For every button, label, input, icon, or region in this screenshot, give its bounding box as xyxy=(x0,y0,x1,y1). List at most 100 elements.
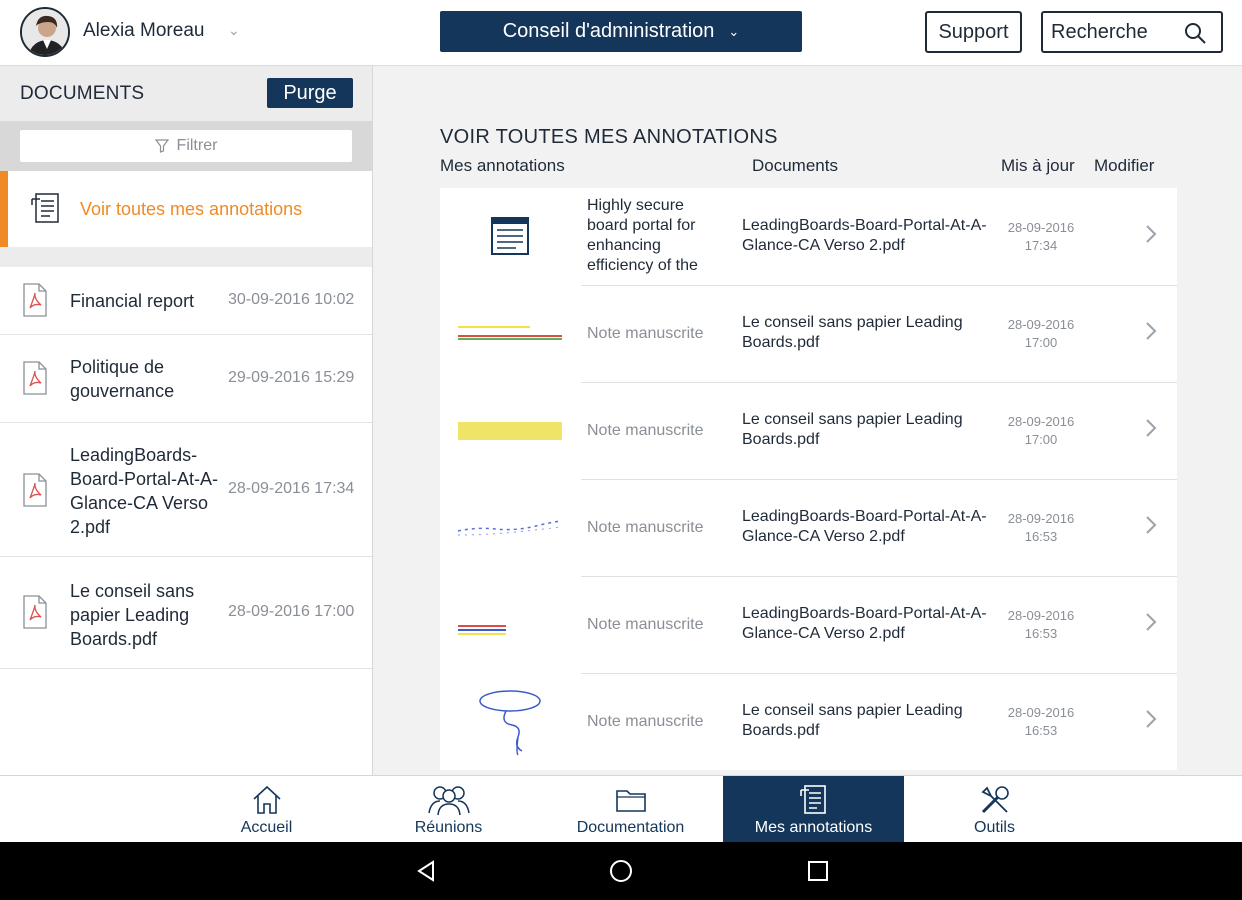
annotation-time: 16:53 xyxy=(1024,723,1058,738)
chevron-down-icon[interactable]: ⌄ xyxy=(228,22,240,39)
annotation-thumbnail xyxy=(479,690,541,756)
nav-label: Documentation xyxy=(576,819,685,836)
document-date: 28-09-2016 17:00 xyxy=(228,603,355,620)
document-list-item[interactable]: Politique de gouvernance 29-09-2016 15:2… xyxy=(0,335,372,423)
chevron-right-icon[interactable] xyxy=(1145,515,1157,535)
folder-icon xyxy=(615,790,646,812)
document-list-item[interactable]: LeadingBoards-Board-Portal-At-A-Glance-C… xyxy=(0,423,372,557)
annotation-thumbnail xyxy=(458,422,562,440)
annotation-time: 16:53 xyxy=(1024,529,1058,544)
annotation-thumbnail xyxy=(457,520,561,536)
system-navigation-bar xyxy=(0,842,1242,900)
annotation-date: 28-09-2016 xyxy=(1007,511,1075,526)
annotations-panel: VOIR TOUTES MES ANNOTATIONS Mes annotati… xyxy=(374,66,1242,775)
column-header-documents: Documents xyxy=(752,156,838,175)
search-icon xyxy=(1185,23,1206,44)
nav-item-outils[interactable]: Outils xyxy=(904,776,1085,843)
top-bar: Alexia Moreau ⌄ Conseil d'administration… xyxy=(0,0,1242,66)
tools-icon xyxy=(980,786,1009,814)
recent-apps-icon[interactable] xyxy=(806,859,830,883)
annotations-table: Highly secure board portal for enhancing… xyxy=(440,188,1177,770)
document-list-item[interactable]: Le conseil sans papier Leading Boards.pd… xyxy=(0,557,372,669)
annotation-updated: 28-09-2016 16:53 xyxy=(1000,510,1082,546)
annotation-note: Note manuscrite xyxy=(587,616,704,633)
filter-placeholder: Filtrer xyxy=(176,137,218,154)
search-label: Recherche xyxy=(1051,20,1148,43)
annotation-document: LeadingBoards-Board-Portal-At-A-Glance-C… xyxy=(742,217,987,254)
nav-item-accueil[interactable]: Accueil xyxy=(176,776,357,843)
pdf-file-icon xyxy=(23,283,47,317)
annotation-document: Le conseil sans papier Leading Boards.pd… xyxy=(742,411,963,448)
document-name: Politique de gouvernance xyxy=(70,357,175,401)
user-avatar[interactable] xyxy=(20,7,70,57)
chevron-right-icon[interactable] xyxy=(1145,612,1157,632)
sidebar-title: DOCUMENTS xyxy=(20,83,145,104)
support-button[interactable]: Support xyxy=(925,11,1022,53)
home-circle-icon[interactable] xyxy=(609,859,633,883)
document-date: 30-09-2016 10:02 xyxy=(228,291,355,308)
nav-item-mes-annotations[interactable]: Mes annotations xyxy=(723,776,904,843)
annotation-note: Note manuscrite xyxy=(587,519,704,536)
column-header-edit: Modifier xyxy=(1094,156,1155,175)
annotation-note: Highly secure board portal for enhancing… xyxy=(587,197,698,274)
table-row[interactable]: Note manuscrite LeadingBoards-Board-Port… xyxy=(440,576,1177,673)
document-name: Financial report xyxy=(70,291,195,311)
table-row[interactable]: Note manuscrite Le conseil sans papier L… xyxy=(440,285,1177,382)
annotation-time: 17:00 xyxy=(1024,335,1058,350)
chevron-right-icon[interactable] xyxy=(1145,224,1157,244)
annotation-document-icon xyxy=(31,193,59,223)
annotation-document: LeadingBoards-Board-Portal-At-A-Glance-C… xyxy=(742,605,987,642)
annotation-time: 17:34 xyxy=(1024,238,1058,253)
bottom-navigation: Accueil Réunions Documentation Mes annot… xyxy=(0,775,1242,843)
page-title: VOIR TOUTES MES ANNOTATIONS xyxy=(440,126,778,148)
nav-label: Mes annotations xyxy=(754,819,873,836)
purge-label: Purge xyxy=(283,81,337,104)
user-name[interactable]: Alexia Moreau xyxy=(83,20,204,42)
table-row[interactable]: Highly secure board portal for enhancing… xyxy=(440,188,1177,285)
nav-item-reunions[interactable]: Réunions xyxy=(358,776,539,843)
annotation-note: Note manuscrite xyxy=(587,713,704,730)
document-list-item[interactable]: Financial report 30-09-2016 10:02 xyxy=(0,267,372,335)
annotation-icon xyxy=(799,785,826,814)
table-row[interactable]: Note manuscrite Le conseil sans papier L… xyxy=(440,382,1177,479)
document-date: 29-09-2016 15:29 xyxy=(228,369,355,386)
column-header-annotations: Mes annotations xyxy=(440,156,565,175)
annotation-updated: 28-09-2016 16:53 xyxy=(1000,607,1082,643)
table-row[interactable]: Note manuscrite Le conseil sans papier L… xyxy=(440,673,1177,770)
annotation-updated: 28-09-2016 17:00 xyxy=(1000,316,1082,352)
annotation-date: 28-09-2016 xyxy=(1007,608,1075,623)
back-icon[interactable] xyxy=(414,859,438,883)
sidebar-item-all-annotations[interactable]: Voir toutes mes annotations xyxy=(0,171,372,247)
chevron-right-icon[interactable] xyxy=(1145,418,1157,438)
document-date: 28-09-2016 17:34 xyxy=(228,480,355,497)
documents-sidebar: DOCUMENTS Purge Filtrer Voir toutes mes … xyxy=(0,66,373,775)
annotation-document: Le conseil sans papier Leading Boards.pd… xyxy=(742,702,963,739)
chevron-down-icon: ⌄ xyxy=(728,23,740,39)
table-row[interactable]: Note manuscrite LeadingBoards-Board-Port… xyxy=(440,479,1177,576)
filter-input[interactable]: Filtrer xyxy=(20,130,352,162)
document-name: LeadingBoards-Board-Portal-At-A-Glance-C… xyxy=(70,445,219,537)
search-button[interactable]: Recherche xyxy=(1041,11,1223,53)
sidebar-item-label: Voir toutes mes annotations xyxy=(80,199,303,219)
purge-button[interactable]: Purge xyxy=(267,78,353,108)
annotation-thumbnail xyxy=(458,625,506,635)
annotation-date: 28-09-2016 xyxy=(1007,220,1075,235)
chevron-right-icon[interactable] xyxy=(1145,321,1157,341)
filter-bar: Filtrer xyxy=(0,121,372,171)
board-selector-button[interactable]: Conseil d'administration ⌄ xyxy=(440,11,802,52)
pdf-file-icon xyxy=(23,473,47,507)
divider xyxy=(0,247,372,267)
support-label: Support xyxy=(938,20,1009,43)
document-name: Le conseil sans papier Leading Boards.pd… xyxy=(70,581,195,649)
nav-item-documentation[interactable]: Documentation xyxy=(540,776,721,843)
annotation-note: Note manuscrite xyxy=(587,325,704,342)
home-icon xyxy=(252,785,281,814)
board-selector-label: Conseil d'administration xyxy=(502,20,715,42)
annotation-document: Le conseil sans papier Leading Boards.pd… xyxy=(742,314,963,351)
sidebar-header: DOCUMENTS Purge xyxy=(0,66,372,121)
annotation-updated: 28-09-2016 17:00 xyxy=(1000,413,1082,449)
annotation-document: LeadingBoards-Board-Portal-At-A-Glance-C… xyxy=(742,508,987,545)
text-note-icon xyxy=(491,217,529,255)
nav-label: Réunions xyxy=(414,819,483,836)
chevron-right-icon[interactable] xyxy=(1145,709,1157,729)
